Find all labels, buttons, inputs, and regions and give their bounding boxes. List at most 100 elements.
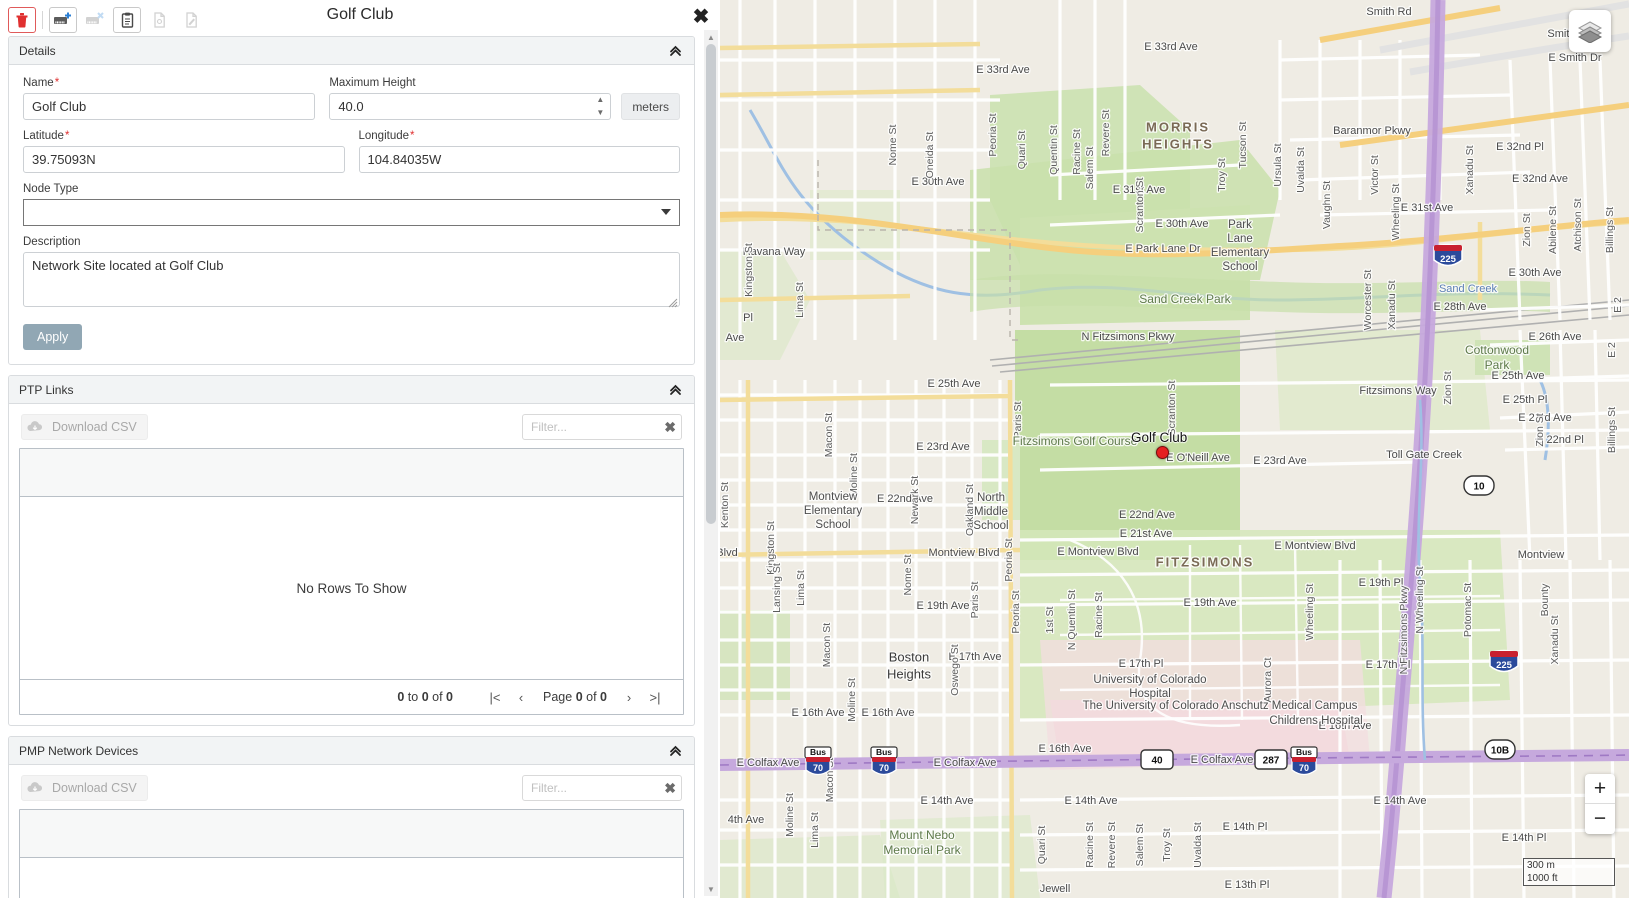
highway-shield: 10B: [1484, 739, 1516, 760]
collapse-details-chevron-icon[interactable]: [666, 42, 684, 60]
map-label: Xanadu St: [1386, 280, 1398, 329]
map-label: Lima St: [809, 812, 821, 848]
map-label: Lima St: [794, 282, 806, 318]
ptp-links-card: PTP Links Download CSV Filter... ✖ No Ro…: [8, 375, 695, 726]
layers-control-button[interactable]: [1569, 10, 1611, 52]
map-label: Aurora Ct: [1262, 657, 1274, 702]
map-label: Billings St: [1606, 407, 1618, 453]
site-marker[interactable]: [1156, 446, 1169, 459]
add-device-button[interactable]: [49, 7, 77, 33]
map-label: Zion St: [1534, 413, 1546, 446]
prev-page-button[interactable]: ‹: [509, 685, 533, 709]
map-label: Ursula St: [1272, 143, 1284, 186]
description-textarea[interactable]: Network Site located at Golf Club: [23, 252, 680, 307]
clipboard-icon: [121, 12, 133, 28]
edit-document-button[interactable]: [177, 7, 205, 33]
description-field-group: Description Network Site located at Golf…: [23, 236, 680, 310]
map-label: Kenton St: [720, 482, 731, 528]
details-card-header[interactable]: Details: [9, 37, 694, 65]
pmp-card-header[interactable]: PMP Network Devices: [9, 737, 694, 765]
map-label: Fitzsimons Golf Course: [1013, 434, 1138, 448]
pmp-header-label: PMP Network Devices: [19, 743, 139, 758]
map-label: Zion St: [1521, 213, 1533, 246]
map-label: E Colfax Ave: [737, 757, 800, 769]
remove-device-button[interactable]: [81, 7, 109, 33]
node-type-select-wrap[interactable]: [23, 199, 680, 226]
ptp-download-csv-button[interactable]: Download CSV: [21, 414, 148, 440]
map-canvas[interactable]: E 33rd Ave E 33rd Ave E 33rd Ave E 33rd Ave…: [720, 0, 1629, 898]
map-label: E 19th Ave: [1183, 597, 1236, 609]
longitude-label: Longitude*: [358, 130, 415, 142]
max-height-label: Maximum Height: [329, 77, 416, 89]
map-label: E 2: [1612, 297, 1624, 313]
node-type-select[interactable]: [23, 199, 680, 226]
ptp-filter-input[interactable]: [522, 414, 682, 440]
collapse-pmp-chevron-icon[interactable]: [666, 742, 684, 760]
svg-text:10: 10: [1473, 482, 1485, 493]
first-page-button[interactable]: |<: [483, 685, 507, 709]
map-label: N Quentin St: [1066, 590, 1078, 650]
scroll-up-arrow-icon[interactable]: ▲: [704, 30, 718, 44]
map-label: Park: [1228, 219, 1252, 231]
trash-icon: [16, 13, 28, 28]
panel-scrollbar[interactable]: ▲ ▼: [704, 30, 718, 896]
last-page-button[interactable]: >|: [643, 685, 667, 709]
pmp-filter-input[interactable]: [522, 775, 682, 801]
latitude-input[interactable]: [23, 146, 345, 173]
close-panel-button[interactable]: ✖: [690, 6, 712, 28]
required-marker: *: [54, 77, 60, 89]
map-label: Potomac St: [1462, 583, 1474, 637]
max-height-stepper[interactable]: ▲ ▼: [329, 93, 612, 120]
pmp-clear-filter-icon[interactable]: ✖: [664, 779, 676, 797]
apply-button[interactable]: Apply: [23, 324, 83, 350]
map-label: Smith Rd: [1366, 6, 1411, 18]
panel-scrollbar-thumb[interactable]: [706, 44, 716, 524]
map-label: E 23rd Ave: [916, 441, 970, 453]
highway-shield: 225: [1489, 649, 1519, 673]
document-edit-icon: [185, 12, 197, 28]
spinner-up-icon[interactable]: ▲: [593, 96, 607, 104]
scroll-down-arrow-icon[interactable]: ▼: [704, 882, 718, 896]
highway-shield: Bus 70: [1290, 746, 1318, 776]
map-label: E 26th Ave: [1528, 331, 1581, 343]
pmp-card-body: Download CSV ✖: [9, 765, 694, 898]
map-label: E 14th Ave: [920, 795, 973, 807]
ptp-row-range: 0 to 0 of 0: [397, 690, 453, 704]
map-label: Nome St: [902, 555, 914, 596]
map-label: Ave: [726, 332, 745, 344]
zoom-out-button[interactable]: −: [1585, 804, 1615, 834]
ptp-clear-filter-icon[interactable]: ✖: [664, 418, 676, 436]
description-row: Description Network Site located at Golf…: [23, 236, 680, 310]
ptp-grid-header-row: [20, 449, 683, 497]
map-label: Toll Gate Creek: [1386, 449, 1462, 461]
details-card-body: Name* Maximum Height ▲: [9, 65, 694, 364]
collapse-ptp-links-chevron-icon[interactable]: [666, 381, 684, 399]
name-input[interactable]: [23, 93, 316, 120]
ptp-links-grid: No Rows To Show 0 to 0 of 0 |< ‹ Page 0 …: [19, 448, 684, 715]
next-page-button[interactable]: ›: [617, 685, 641, 709]
map-label: Childrens Hospital: [1269, 715, 1362, 727]
spinner-down-icon[interactable]: ▼: [593, 109, 607, 117]
ptp-links-card-header[interactable]: PTP Links: [9, 376, 694, 404]
required-marker: *: [410, 130, 415, 142]
pmp-download-csv-button[interactable]: Download CSV: [21, 775, 148, 801]
map-label: Peoria St: [987, 113, 999, 156]
page-indicator: Page 0 of 0: [543, 690, 607, 704]
map-label: Park: [1485, 358, 1511, 372]
zoom-in-button[interactable]: +: [1585, 774, 1615, 804]
max-height-spinner-icon[interactable]: ▲ ▼: [593, 96, 607, 117]
clipboard-button[interactable]: [113, 7, 141, 33]
map-label: Lane: [1227, 233, 1253, 245]
delete-node-button[interactable]: [8, 7, 36, 33]
map-label: N Fitzsimons Pkwy: [1082, 331, 1175, 343]
report-button[interactable]: [145, 7, 173, 33]
map-label: Xanadu St: [1464, 145, 1476, 194]
longitude-input[interactable]: [358, 146, 680, 173]
max-height-input[interactable]: [329, 93, 612, 120]
map-label: Racine St: [1084, 822, 1096, 868]
map-label: Elementary: [1211, 247, 1269, 259]
panel-toolbar: Golf Club ✖: [0, 0, 720, 36]
remove-device-icon: [86, 12, 104, 24]
pmp-network-devices-card: PMP Network Devices Download CSV Filter.…: [8, 736, 695, 898]
pmp-grid-empty-overlay: [20, 858, 683, 898]
